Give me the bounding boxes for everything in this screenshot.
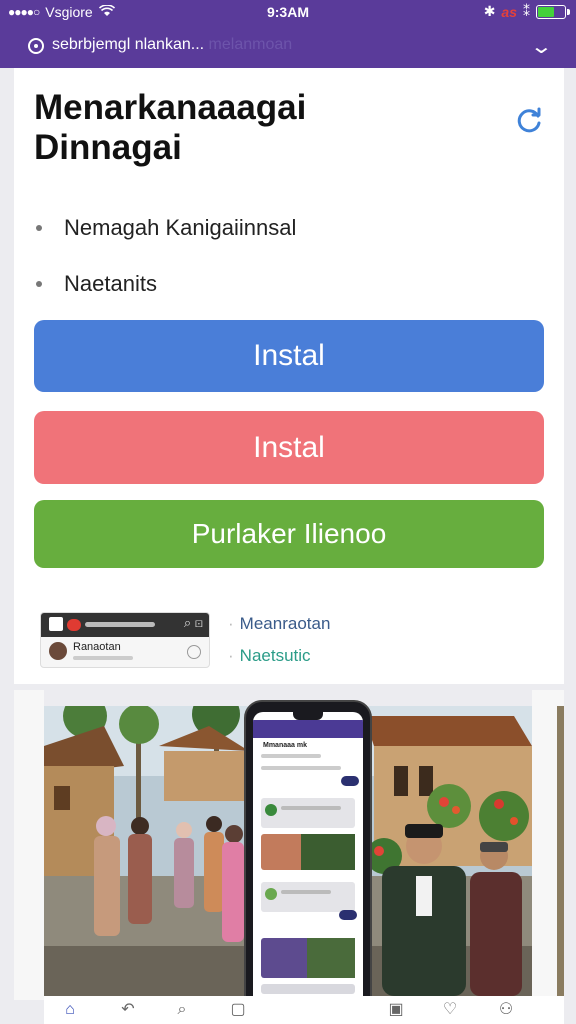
phone-title: Mmanaaa mk [263, 742, 307, 749]
profile-icon[interactable]: ⚇ [496, 1000, 516, 1020]
phone-row [261, 754, 357, 764]
install-button-secondary[interactable]: Instal [34, 411, 544, 484]
page-title: Menarkanaaagai Dinnagai [34, 88, 307, 167]
feature-label: Nemagah Kanigaiinnsal [64, 215, 297, 240]
undo-icon[interactable]: ↶ [118, 1000, 138, 1020]
list-item: Nemagah Kanigaiinnsal [34, 200, 296, 256]
mini-tools-icon: ⌕ ⊡ [183, 615, 203, 630]
mini-line [73, 656, 133, 660]
url-faded: melanmoan [208, 36, 293, 53]
heart-icon[interactable]: ♡ [440, 1000, 460, 1020]
photo-strip [557, 706, 564, 996]
vibrate-icon: ⁑ [523, 3, 530, 19]
phone-mockup: Mmanaaa mk [244, 700, 372, 1018]
app-logo-icon [49, 617, 63, 631]
mini-progress [85, 622, 155, 627]
dash-icon: · [228, 646, 234, 665]
phone-screen: Mmanaaa mk [253, 712, 363, 1008]
avatar [49, 642, 67, 660]
home-icon[interactable]: ⌂ [60, 1000, 80, 1020]
document-icon[interactable]: ▣ [386, 1000, 406, 1020]
phone-header [253, 720, 363, 738]
phone-card [261, 882, 355, 912]
phone-image [261, 834, 355, 870]
bullet-dot [36, 281, 42, 287]
bookmark-icon[interactable]: ▢ [228, 1000, 248, 1020]
photo-frame-left [14, 690, 44, 1000]
network-indicator: as [501, 3, 517, 20]
tertiary-action-button[interactable]: Purlaker Ilienoo [34, 500, 544, 568]
search-icon[interactable]: ⌕ [172, 1000, 192, 1020]
bullet-dot [36, 225, 42, 231]
preview-link-2[interactable]: · Naetsutic [228, 646, 330, 666]
battery-icon [536, 4, 570, 19]
phone-image [261, 938, 355, 978]
battery-cap [567, 8, 570, 15]
url-main: sebrbjemgl nlankan... [52, 36, 205, 53]
refresh-icon[interactable] [514, 106, 544, 136]
status-bar: ●●●●○ Vsgiore 9:3AM ✱ as ⁑ [0, 0, 576, 26]
link-label: Meanraotan [239, 614, 331, 633]
install-card: Menarkanaaagai Dinnagai Nemagah Kanigaii… [14, 68, 564, 684]
mini-toolbar: ⌕ ⊡ [41, 613, 209, 637]
app-screen: ●●●●○ Vsgiore 9:3AM ✱ as ⁑ sebrbjemgl nl… [0, 0, 576, 1024]
url-text[interactable]: sebrbjemgl nlankan... melanmoan [52, 36, 292, 54]
feature-list: Nemagah Kanigaiinnsal Naetanits [34, 200, 296, 312]
site-info-icon[interactable] [28, 38, 44, 54]
link-label: Naetsutic [239, 646, 311, 665]
battery-level [538, 6, 554, 17]
chevron-down-icon[interactable]: ⌄ [530, 34, 553, 59]
mini-preview[interactable]: ⌕ ⊡ Ranaotan [40, 612, 210, 668]
url-bar[interactable]: sebrbjemgl nlankan... melanmoan ⌄ [0, 26, 576, 68]
dash-icon: · [228, 614, 234, 633]
preview-link-1[interactable]: · Meanraotan [228, 614, 330, 646]
phone-pill [339, 910, 357, 920]
phone-row [261, 766, 357, 776]
phone-notch [293, 712, 323, 720]
record-icon [67, 619, 81, 631]
feature-label: Naetanits [64, 271, 157, 296]
radio-icon[interactable] [187, 645, 201, 659]
status-right: ✱ as ⁑ [483, 3, 570, 20]
list-item: Naetanits [34, 256, 296, 312]
bottom-nav: ⌂ ↶ ⌕ ▢ ▣ ♡ ⚇ [44, 996, 564, 1024]
phone-pill [341, 776, 359, 786]
mini-label: Ranaotan [73, 641, 121, 653]
phone-row [261, 984, 355, 994]
install-button-primary[interactable]: Instal [34, 320, 544, 392]
bluetooth-icon: ✱ [483, 3, 496, 19]
preview-links: · Meanraotan · Naetsutic [228, 614, 330, 666]
phone-card [261, 798, 355, 828]
